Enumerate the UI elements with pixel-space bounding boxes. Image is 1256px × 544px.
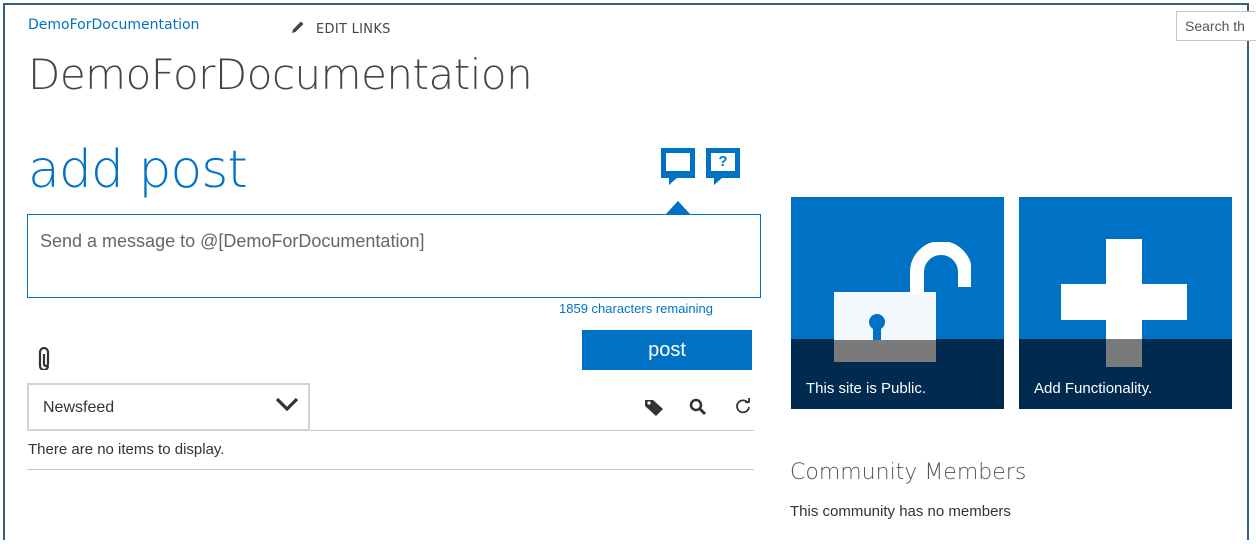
- refresh-icon[interactable]: [733, 397, 753, 421]
- feed-empty-message: There are no items to display.: [28, 441, 225, 458]
- question-icon[interactable]: ?: [706, 148, 740, 185]
- discussion-icon[interactable]: [661, 148, 695, 185]
- attachment-icon[interactable]: [36, 346, 52, 374]
- community-members-empty: This community has no members: [790, 503, 1011, 520]
- feed-view-selected: Newsfeed: [43, 399, 115, 416]
- composer-pointer: [666, 201, 690, 214]
- tile-site-public[interactable]: This site is Public.: [791, 197, 1004, 409]
- search-icon[interactable]: [688, 397, 708, 421]
- pencil-icon: [290, 19, 306, 39]
- post-textbox-placeholder: Send a message to @[DemoForDocumentation…: [40, 231, 425, 251]
- feed-divider-bottom: [27, 469, 754, 470]
- chevron-down-icon: [276, 397, 298, 411]
- post-button[interactable]: post: [582, 330, 752, 370]
- tile-label: This site is Public.: [806, 380, 927, 397]
- plus-icon: [1061, 239, 1187, 367]
- search-input[interactable]: Search th: [1176, 11, 1256, 41]
- tile-label: Add Functionality.: [1034, 380, 1153, 397]
- add-post-heading: add post: [28, 140, 248, 200]
- post-textbox[interactable]: Send a message to @[DemoForDocumentation…: [27, 214, 761, 298]
- feed-divider-top: [310, 430, 754, 431]
- feed-view-select[interactable]: Newsfeed: [27, 383, 310, 431]
- community-members-heading: Community Members: [790, 460, 1027, 485]
- page-title: DemoForDocumentation: [28, 50, 533, 99]
- tag-icon[interactable]: [643, 397, 665, 421]
- characters-remaining: 1859 characters remaining: [559, 301, 713, 316]
- open-lock-icon: [834, 242, 971, 362]
- tile-add-functionality[interactable]: Add Functionality.: [1019, 197, 1232, 409]
- breadcrumb-site-link[interactable]: DemoForDocumentation: [28, 17, 199, 33]
- edit-links-button[interactable]: EDIT LINKS: [290, 19, 391, 39]
- edit-links-label: EDIT LINKS: [316, 21, 391, 37]
